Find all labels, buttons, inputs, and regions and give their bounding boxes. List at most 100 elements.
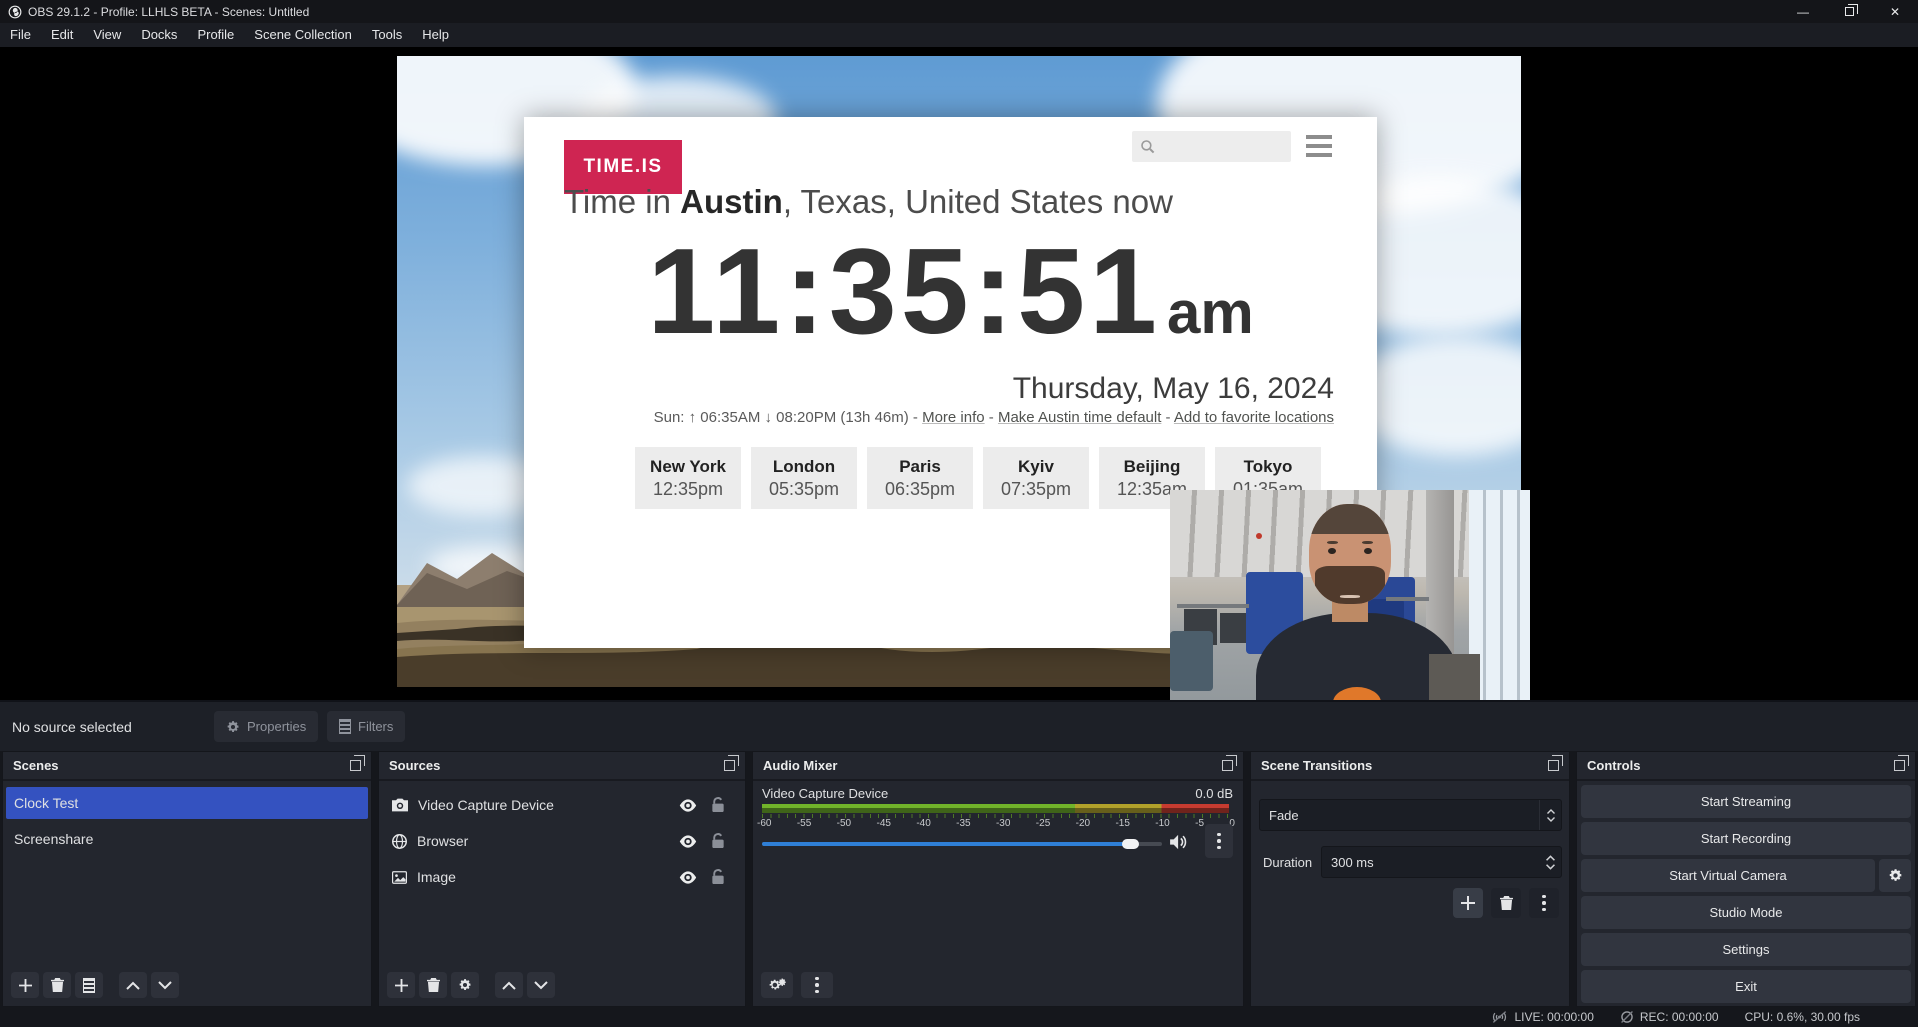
search-input: [1132, 131, 1291, 162]
menubar: File Edit View Docks Profile Scene Colle…: [0, 23, 1918, 47]
clock-ampm: am: [1167, 279, 1254, 346]
obs-logo-icon: [8, 5, 22, 19]
source-item-video-capture[interactable]: Video Capture Device: [379, 789, 745, 821]
sun-times: Sun: ↑ 06:35AM ↓ 08:20PM (13h 46m): [654, 409, 909, 426]
chevron-down-icon: [1546, 864, 1555, 870]
add-source-button[interactable]: [387, 972, 415, 998]
visibility-eye-icon[interactable]: [679, 871, 697, 884]
start-recording-button[interactable]: Start Recording: [1581, 822, 1911, 855]
no-source-label: No source selected: [12, 719, 132, 735]
record-off-icon: [1620, 1010, 1634, 1024]
popout-icon[interactable]: [1548, 760, 1559, 771]
scene-up-button[interactable]: [119, 972, 147, 998]
add-scene-button[interactable]: [11, 972, 39, 998]
scenes-header: Scenes: [3, 752, 371, 781]
settings-button[interactable]: Settings: [1581, 933, 1911, 966]
scenes-dock: Scenes Clock Test Screenshare: [2, 751, 372, 1007]
plus-icon: [1461, 896, 1475, 910]
minimize-button[interactable]: —: [1780, 0, 1826, 23]
search-icon: [1140, 139, 1156, 155]
menu-tools[interactable]: Tools: [362, 23, 412, 47]
popout-icon[interactable]: [1894, 760, 1905, 771]
menu-file[interactable]: File: [0, 23, 41, 47]
kebab-icon: [1217, 833, 1221, 850]
filter-icon: [339, 719, 351, 734]
select-spinner[interactable]: [1539, 800, 1561, 830]
scene-filters-button[interactable]: [75, 972, 103, 998]
scene-transitions-dock: Scene Transitions Fade Duration 300 ms: [1250, 751, 1570, 1007]
add-transition-button[interactable]: [1453, 888, 1483, 918]
trash-icon: [1500, 896, 1513, 910]
menu-docks[interactable]: Docks: [131, 23, 187, 47]
source-up-button[interactable]: [495, 972, 523, 998]
mixer-menu-button[interactable]: [801, 972, 833, 998]
obs-window: OBS 29.1.2 - Profile: LLHLS BETA - Scene…: [0, 0, 1918, 1027]
menu-edit[interactable]: Edit: [41, 23, 83, 47]
scene-item-clock-test[interactable]: Clock Test: [6, 787, 368, 819]
restore-icon: [1845, 7, 1854, 16]
properties-button[interactable]: Properties: [214, 711, 318, 742]
city-card: London05:35pm: [751, 447, 857, 509]
volume-slider[interactable]: [762, 836, 1182, 852]
filters-button[interactable]: Filters: [327, 711, 405, 742]
start-virtual-camera-button[interactable]: Start Virtual Camera: [1581, 859, 1875, 892]
plus-icon: [395, 979, 408, 992]
exit-button[interactable]: Exit: [1581, 970, 1911, 1003]
menu-profile[interactable]: Profile: [187, 23, 244, 47]
virtual-camera-settings-button[interactable]: [1879, 859, 1911, 892]
scene-down-button[interactable]: [151, 972, 179, 998]
lock-icon[interactable]: [711, 869, 725, 885]
popout-icon[interactable]: [724, 760, 735, 771]
city-card: New York12:35pm: [635, 447, 741, 509]
preview-area[interactable]: TIME.IS Time in Austin, Texas, United St…: [0, 47, 1918, 700]
titlebar: OBS 29.1.2 - Profile: LLHLS BETA - Scene…: [0, 0, 1918, 23]
source-item-browser[interactable]: Browser: [379, 825, 745, 857]
image-icon: [392, 871, 407, 884]
visibility-eye-icon[interactable]: [679, 835, 697, 848]
close-button[interactable]: ✕: [1872, 0, 1918, 23]
broadcast-off-icon: [1491, 1010, 1508, 1024]
menu-scene-collection[interactable]: Scene Collection: [244, 23, 362, 47]
source-toolbar: No source selected Properties Filters: [0, 700, 1918, 751]
webcam-video[interactable]: [1170, 490, 1530, 729]
gear-icon: [226, 720, 240, 734]
gear-icon: [458, 978, 472, 992]
city-card: Kyiv07:35pm: [983, 447, 1089, 509]
popout-icon[interactable]: [350, 760, 361, 771]
mixer-level-db: 0.0 dB: [1195, 786, 1233, 801]
transition-select[interactable]: Fade: [1259, 799, 1562, 831]
scene-item-screenshare[interactable]: Screenshare: [3, 823, 371, 855]
statusbar: LIVE: 00:00:00 REC: 00:00:00 CPU: 0.6%, …: [0, 1007, 1918, 1027]
gear-icon: [1888, 868, 1903, 883]
remove-transition-button[interactable]: [1491, 888, 1521, 918]
clock-display: 11:35:51am: [524, 221, 1377, 361]
lock-icon[interactable]: [711, 797, 725, 813]
source-properties-button[interactable]: [451, 972, 479, 998]
studio-mode-button[interactable]: Studio Mode: [1581, 896, 1911, 929]
mixer-channel-menu-button[interactable]: [1205, 824, 1233, 858]
spinbox-arrows[interactable]: [1539, 847, 1561, 877]
controls-dock: Controls Start Streaming Start Recording…: [1576, 751, 1916, 1007]
advanced-audio-button[interactable]: [761, 972, 793, 998]
visibility-eye-icon[interactable]: [679, 799, 697, 812]
menu-view[interactable]: View: [83, 23, 131, 47]
chevron-up-icon: [502, 981, 516, 990]
source-down-button[interactable]: [527, 972, 555, 998]
popout-icon[interactable]: [1222, 760, 1233, 771]
start-streaming-button[interactable]: Start Streaming: [1581, 785, 1911, 818]
source-item-image[interactable]: Image: [379, 861, 745, 893]
restore-button[interactable]: [1826, 0, 1872, 23]
sources-dock: Sources Video Capture Device Browser Ima…: [378, 751, 746, 1007]
camera-icon: [392, 798, 408, 812]
lock-icon[interactable]: [711, 833, 725, 849]
menu-help[interactable]: Help: [412, 23, 459, 47]
remove-scene-button[interactable]: [43, 972, 71, 998]
transition-menu-button[interactable]: [1529, 888, 1559, 918]
speaker-icon[interactable]: [1170, 834, 1188, 850]
plus-icon: [19, 979, 32, 992]
slider-handle[interactable]: [1122, 839, 1139, 849]
window-title: OBS 29.1.2 - Profile: LLHLS BETA - Scene…: [28, 5, 309, 19]
meter-tick-labels: -60-55-50-45-40-35-30-25-20-15-10-50: [757, 818, 1235, 829]
duration-spinbox[interactable]: 300 ms: [1321, 846, 1562, 878]
remove-source-button[interactable]: [419, 972, 447, 998]
